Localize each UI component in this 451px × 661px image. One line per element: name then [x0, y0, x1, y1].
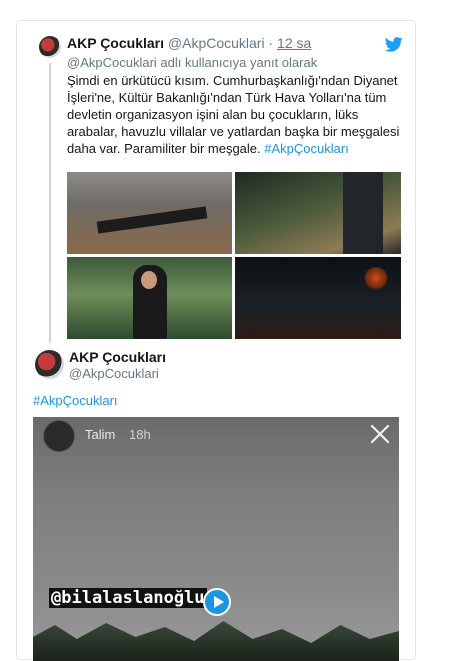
tweet-thread-card: AKP Çocukları @AkpCocuklari · 12 sa @Akp… [16, 20, 416, 661]
play-icon [214, 596, 224, 608]
treeline-silhouette [33, 621, 399, 661]
tweet-timestamp[interactable]: 12 sa [277, 35, 311, 51]
close-icon[interactable] [369, 423, 391, 445]
rifle-shape [96, 206, 208, 234]
hashtag-link[interactable]: #AkpÇocukları [264, 141, 349, 156]
photo-night-training[interactable] [235, 172, 401, 254]
figure-shape [343, 172, 383, 254]
story-avatar [43, 420, 75, 452]
avatar[interactable] [39, 36, 61, 58]
author-handle[interactable]: @AkpCocuklari [69, 366, 159, 381]
photo-grid [67, 172, 401, 339]
author-name[interactable]: AKP Çocukları [69, 349, 166, 365]
tweet-text: Şimdi en ürkütücü kısım. Cumhurbaşkanlığ… [67, 72, 407, 157]
photo-man-with-rifle[interactable] [67, 257, 232, 339]
tweet-body: Şimdi en ürkütücü kısım. Cumhurbaşkanlığ… [67, 73, 400, 156]
tweet-header: AKP Çocukları @AkpCocuklari · 12 sa [67, 35, 311, 51]
story-time: 18h [129, 427, 151, 442]
avatar[interactable] [35, 350, 64, 379]
photo-rifle[interactable] [67, 172, 232, 254]
author-name[interactable]: AKP Çocukları [67, 35, 164, 51]
reply-context[interactable]: @AkpCocuklari adlı kullanıcıya yanıt ola… [67, 55, 317, 70]
photo-dark-night[interactable] [235, 257, 401, 339]
author-handle[interactable]: @AkpCocuklari [168, 35, 265, 51]
fire-glow [363, 267, 389, 289]
separator-dot: · [268, 35, 274, 51]
face-shape [141, 271, 157, 289]
thread-connector-line [49, 63, 51, 343]
twitter-bird-icon[interactable] [385, 37, 403, 52]
story-label: Talim [85, 427, 116, 442]
hashtag-link[interactable]: #AkpÇocukları [33, 393, 118, 408]
username-watermark: @bilalaslanoğlu [49, 588, 207, 608]
video-player[interactable]: Talim 18h @bilalaslanoğlu [33, 417, 399, 661]
play-button[interactable] [203, 588, 231, 616]
